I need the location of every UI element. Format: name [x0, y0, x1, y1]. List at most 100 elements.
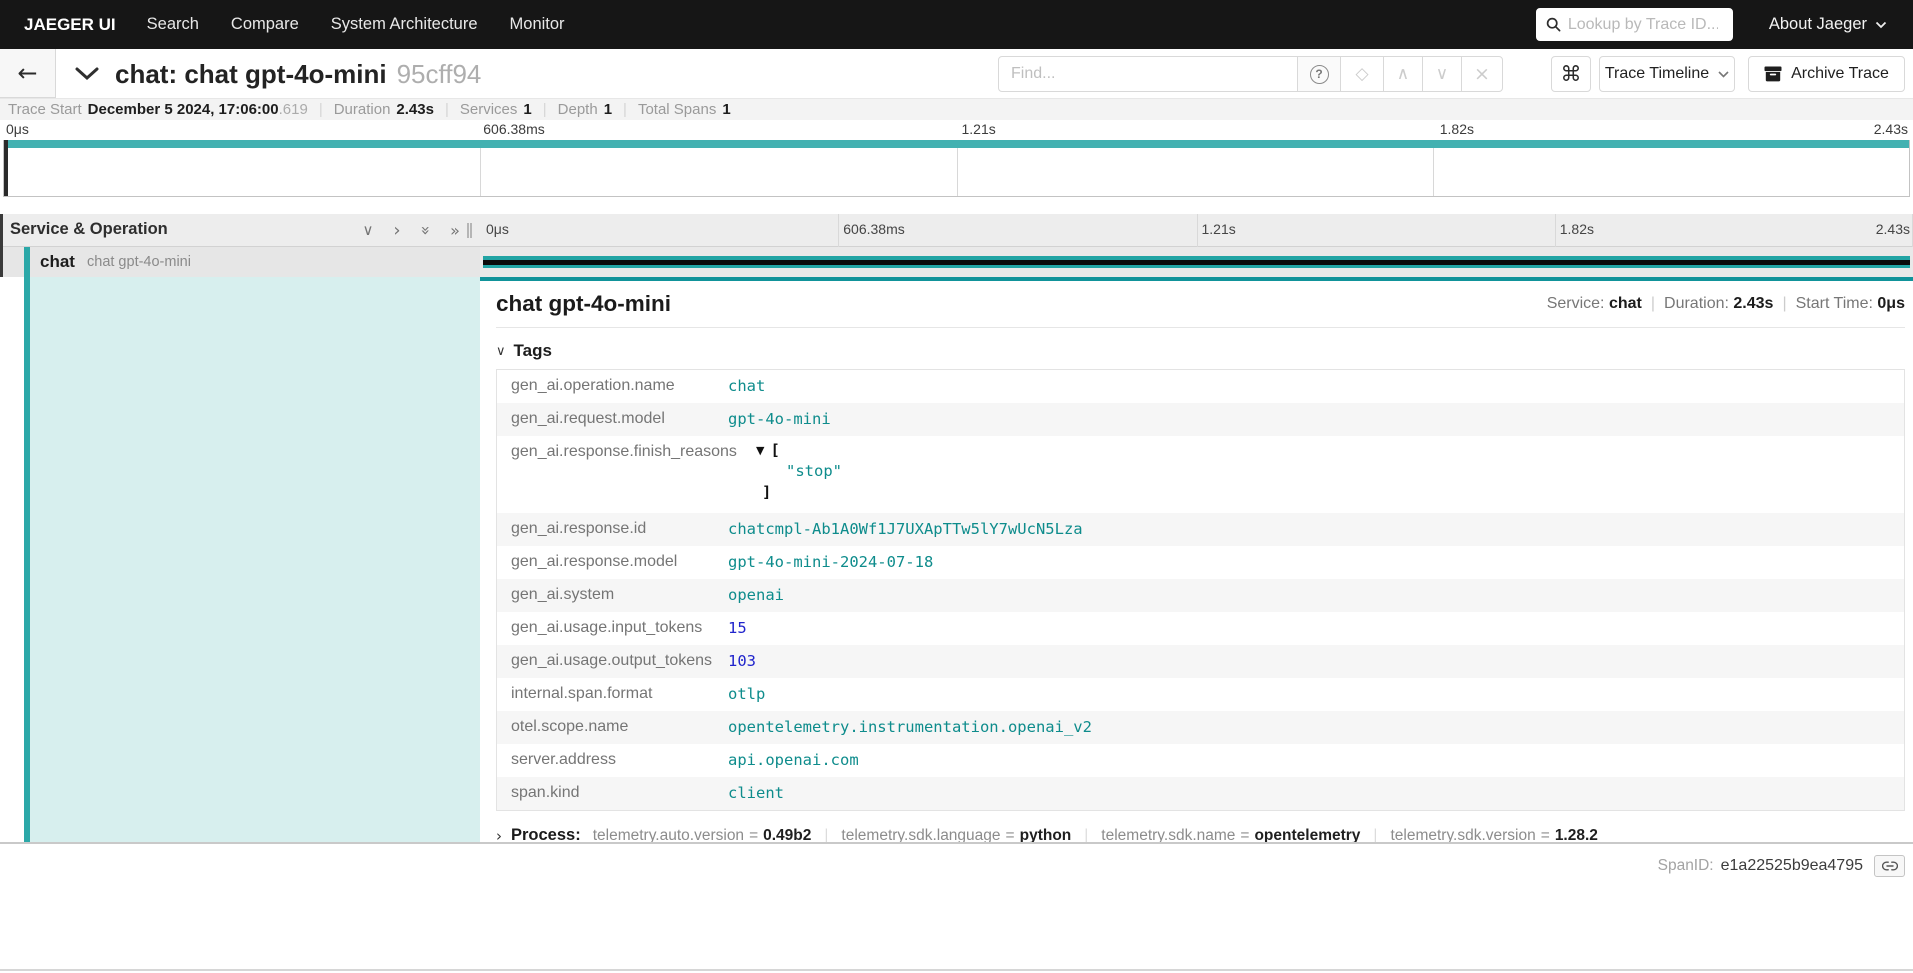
tag-row: server.address api.openai.com: [497, 744, 1904, 777]
tag-row: otel.scope.name opentelemetry.instrument…: [497, 711, 1904, 744]
collapse-all-icon[interactable]: »: [417, 222, 436, 238]
tag-row: gen_ai.system openai: [497, 579, 1904, 612]
trace-view-select-value: Trace Timeline: [1605, 65, 1709, 83]
nav-item-compare[interactable]: Compare: [231, 15, 299, 34]
chevron-down-icon: [1718, 71, 1729, 78]
span-row[interactable]: chat chat gpt-4o-mini: [0, 247, 1913, 277]
timeline-tick: 606.38ms: [843, 221, 904, 237]
tags-table: gen_ai.operation.name chat gen_ai.reques…: [496, 369, 1905, 811]
duration-label: Duration:: [1664, 295, 1729, 312]
trace-id-lookup: [1536, 8, 1733, 41]
span-operation-name: chat gpt-4o-mini: [87, 247, 191, 278]
json-array-item: "stop": [786, 461, 842, 482]
divider: |: [543, 101, 547, 118]
span-duration-bar[interactable]: [483, 256, 1910, 268]
divider: |: [319, 101, 323, 118]
timeline-tick: 1.82s: [1560, 221, 1594, 237]
start-time-label: Start Time:: [1796, 295, 1873, 312]
tag-key: gen_ai.response.finish_reasons: [497, 436, 722, 468]
timeline-minimap[interactable]: [3, 140, 1910, 197]
tag-key: server.address: [497, 744, 722, 776]
minimap-range-handle[interactable]: [4, 140, 8, 196]
back-button[interactable]: ←: [0, 49, 56, 98]
tag-value: gpt-4o-mini-2024-07-18: [722, 546, 939, 578]
timeline-tick: 2.43s: [1876, 221, 1910, 237]
tag-value: openai: [722, 579, 790, 611]
clear-search-button[interactable]: ×: [1461, 56, 1503, 92]
jaeger-logo[interactable]: JAEGER UI: [24, 15, 116, 35]
minimap-span-bar: [4, 140, 1909, 148]
deep-link-button[interactable]: [1874, 855, 1905, 877]
services-value: 1: [523, 101, 531, 118]
collapse-one-icon[interactable]: ∨: [360, 221, 376, 239]
find-help-addon[interactable]: ?: [1297, 56, 1341, 92]
trace-start-value: December 5 2024, 17:06:00.619: [88, 101, 308, 118]
archive-trace-button[interactable]: Archive Trace: [1748, 56, 1905, 92]
minimap-tick-labels: 0μs 606.38ms 1.21s 1.82s 2.43s: [0, 121, 1913, 140]
service-operation-header: Service & Operation: [10, 220, 168, 239]
tag-value: gpt-4o-mini: [722, 403, 837, 435]
tag-key: gen_ai.operation.name: [497, 370, 722, 402]
tag-key: gen_ai.request.model: [497, 403, 722, 435]
prev-match-button[interactable]: ∧: [1383, 56, 1423, 92]
tag-key: gen_ai.system: [497, 579, 722, 611]
start-time-value: 0μs: [1877, 295, 1905, 312]
divider: |: [445, 101, 449, 118]
span-detail-left-gutter: [0, 277, 480, 842]
archive-trace-label: Archive Trace: [1791, 65, 1889, 83]
tag-key: gen_ai.usage.input_tokens: [497, 612, 722, 644]
duration-label: Duration: [334, 101, 391, 118]
minimap-tick: 0μs: [6, 121, 29, 137]
trace-title-text: chat: chat gpt-4o-mini: [115, 59, 387, 89]
keyboard-shortcuts-button[interactable]: ⌘: [1551, 56, 1591, 92]
collapse-trace-header-button[interactable]: [74, 66, 100, 86]
tag-row: gen_ai.operation.name chat: [497, 370, 1904, 403]
json-close-bracket: ]: [762, 482, 842, 503]
minimap-gridline: [957, 140, 958, 196]
tag-value: otlp: [722, 678, 771, 710]
nav-item-monitor[interactable]: Monitor: [510, 15, 565, 34]
service-color-strip: [24, 277, 30, 842]
span-detail-footer: SpanID: e1a22525b9ea4795: [496, 855, 1905, 877]
next-match-button[interactable]: ∨: [1422, 56, 1462, 92]
nav-item-system-architecture[interactable]: System Architecture: [331, 15, 478, 34]
span-name-column[interactable]: chat chat gpt-4o-mini: [0, 247, 480, 277]
span-detail-title: chat gpt-4o-mini: [496, 291, 671, 317]
minimap-gridline: [1433, 140, 1434, 196]
tag-row: gen_ai.response.id chatcmpl-Ab1A0Wf1J7UX…: [497, 513, 1904, 546]
tag-json-value[interactable]: ▼[ "stop" ]: [722, 436, 842, 513]
chevron-up-icon: ∧: [1397, 64, 1409, 84]
trace-id-lookup-input[interactable]: [1568, 16, 1718, 34]
tag-value: 103: [722, 645, 762, 677]
trace-view-select[interactable]: Trace Timeline: [1599, 56, 1735, 92]
tags-section-toggle[interactable]: ∨ Tags: [496, 341, 1905, 361]
span-detail-meta: Service: chat|Duration: 2.43s|Start Time…: [1547, 295, 1905, 313]
service-label: Service:: [1547, 295, 1605, 312]
focus-match-button[interactable]: ◇: [1340, 56, 1384, 92]
about-jaeger-label: About Jaeger: [1769, 15, 1867, 34]
minimap-tick: 606.38ms: [483, 121, 544, 137]
nav-item-search[interactable]: Search: [147, 15, 199, 34]
trace-id-short: 95cff94: [397, 59, 482, 89]
timeline-tick: 1.21s: [1202, 221, 1236, 237]
minimap-gridline: [480, 140, 481, 196]
timeline-tick: 0μs: [486, 221, 509, 237]
tag-value: chat: [722, 370, 771, 402]
top-nav-bar: JAEGER UI Search Compare System Architec…: [0, 0, 1913, 49]
find-input[interactable]: [998, 56, 1298, 92]
duration-value: 2.43s: [396, 101, 434, 118]
tag-row: gen_ai.request.model gpt-4o-mini: [497, 403, 1904, 436]
depth-value: 1: [604, 101, 612, 118]
expand-one-icon[interactable]: ›: [389, 220, 405, 241]
chevron-down-icon: [74, 66, 100, 81]
trace-summary-bar: Trace Start December 5 2024, 17:06:00.61…: [0, 98, 1913, 120]
tag-key: gen_ai.usage.output_tokens: [497, 645, 722, 677]
about-jaeger-menu[interactable]: About Jaeger: [1769, 15, 1887, 34]
tag-value: api.openai.com: [722, 744, 865, 776]
back-arrow-icon: ←: [17, 61, 37, 85]
close-icon: ×: [1474, 63, 1490, 85]
column-resize-handle[interactable]: [467, 223, 472, 238]
critical-path-overlay: [483, 260, 1910, 265]
span-detail-panel: chat gpt-4o-mini Service: chat|Duration:…: [480, 281, 1913, 842]
expand-all-icon[interactable]: »: [447, 221, 463, 240]
